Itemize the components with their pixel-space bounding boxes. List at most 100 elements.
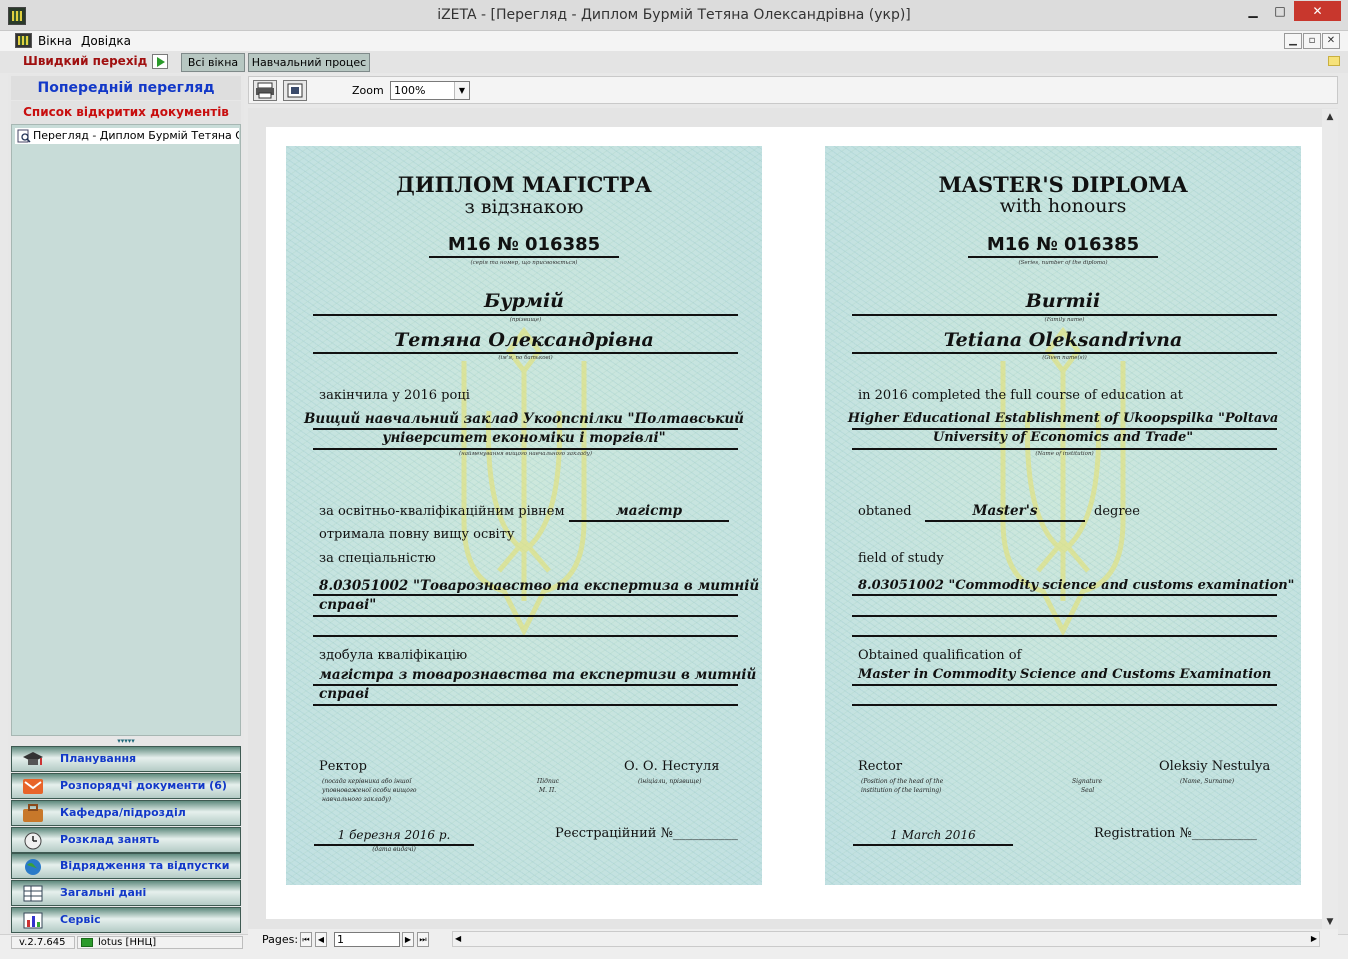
qualification-label: Obtained qualification of	[858, 648, 1022, 663]
qualification-line-2: справі	[319, 686, 370, 702]
scroll-right-icon[interactable]: ▶	[1311, 932, 1317, 946]
pages-label: Pages:	[262, 933, 299, 946]
caption-rector-2: institution of the learning)	[861, 787, 942, 794]
specialty-line-1: 8.03051002 "Товарознавство та експертиза…	[319, 578, 760, 594]
issue-date: 1 March 2016	[890, 828, 976, 842]
quick-jump-go-button[interactable]	[152, 54, 168, 69]
nav-label: Сервіс	[60, 913, 101, 926]
caption-given: (Given name(s))	[1042, 355, 1087, 361]
diploma-number: М16 № 016385	[986, 234, 1140, 255]
caption-institution: (найменування вищого навчального закладу…	[459, 451, 592, 457]
nav-label: Кафедра/підрозділ	[60, 806, 186, 819]
nav-schedule[interactable]: Розклад занять	[11, 827, 241, 853]
level-text: за освітньо-кваліфікаційним рівнем	[319, 504, 565, 519]
chart-icon	[23, 912, 43, 929]
issue-date: 1 березня 2016 р.	[337, 828, 451, 842]
registration-number: Registration №__________	[1094, 826, 1257, 841]
menu-bar	[0, 31, 1348, 51]
nav-service[interactable]: Сервіс	[11, 907, 241, 933]
coat-of-arms-icon	[1000, 326, 1126, 637]
close-button[interactable]: ✕	[1294, 1, 1341, 21]
menu-windows[interactable]: Вікна	[38, 34, 72, 48]
table-icon	[23, 885, 43, 902]
nav-trips-vacations[interactable]: Відрядження та відпустки	[11, 853, 241, 879]
diploma-english: MASTER'S DIPLOMA with honours М16 № 0163…	[825, 146, 1301, 885]
maximize-button[interactable]: □	[1267, 1, 1293, 21]
nav-department[interactable]: Кафедра/підрозділ	[11, 800, 241, 826]
diploma-subtitle: з відзнакою	[464, 196, 584, 218]
scroll-down-icon[interactable]: ▼	[1322, 914, 1338, 930]
completed-text: закінчила у 2016 році	[319, 388, 470, 403]
globe-icon	[25, 859, 41, 875]
caption-surname: (Family name)	[1044, 317, 1085, 323]
document-menu-icon[interactable]	[15, 33, 32, 48]
preview-panel-header: Попередній перегляд	[11, 76, 241, 100]
scroll-up-icon[interactable]: ▲	[1322, 109, 1338, 125]
mdi-restore-button[interactable]: ▫	[1303, 33, 1321, 49]
nav-planning[interactable]: Планування	[11, 746, 241, 772]
clock-icon	[24, 832, 42, 850]
caption-name: (Name, Surname)	[1180, 778, 1235, 785]
caption-rector-1: (посада керівника або іншої	[322, 778, 412, 785]
horizontal-scrollbar[interactable]: ◀ ▶	[452, 931, 1320, 947]
mdi-close-button[interactable]: ✕	[1322, 33, 1340, 49]
list-item[interactable]: Перегляд - Диплом Бурмій Тетяна Ол...	[15, 128, 239, 144]
menu-help[interactable]: Довідка	[81, 34, 131, 48]
scroll-left-icon[interactable]: ◀	[455, 932, 461, 946]
quick-jump-label: Швидкий перехід	[23, 54, 148, 68]
registration-number: Реєстраційний №__________	[555, 826, 738, 841]
nav-label: Планування	[60, 752, 137, 765]
caption-number: (Series, number of the diploma)	[1018, 260, 1108, 266]
caption-rector-3: навчального закладу)	[322, 796, 391, 803]
nav-label: Відрядження та відпустки	[60, 859, 230, 872]
level-value: магістр	[615, 503, 683, 519]
window-title: iZETA - [Перегляд - Диплом Бурмій Тетяна…	[437, 7, 911, 23]
caption-rector-2: уповноваженої особи вищого	[322, 787, 417, 794]
caption-date: (дата видачі)	[372, 846, 416, 853]
completed-text: in 2016 completed the full course of edu…	[858, 388, 1183, 403]
sidebar-splitter[interactable]: ▾▾▾▾▾	[11, 737, 241, 745]
diploma-ukrainian: ДИПЛОМ МАГІСТРА з відзнакою М16 № 016385…	[286, 146, 762, 885]
institution-line-2: університет економіки і торгівлі"	[382, 430, 666, 446]
graduation-icon	[23, 752, 43, 765]
rector-label: Rector	[858, 759, 903, 774]
caption-surname: (прізвище)	[509, 317, 542, 323]
nav-general-data[interactable]: Загальні дані	[11, 880, 241, 906]
minimize-button[interactable]: ▁	[1240, 1, 1266, 21]
institution-line-1: Higher Educational Establishment of Ukoo…	[847, 411, 1279, 426]
level-value: Master's	[972, 503, 1038, 519]
preview-document-icon	[17, 129, 31, 143]
zoom-select[interactable]: 100% ▼	[390, 81, 470, 100]
version-label: v.2.7.645	[11, 936, 75, 949]
first-page-icon[interactable]: ⏮	[300, 932, 312, 947]
nav-orders[interactable]: Розпорядчі документи (6)	[11, 773, 241, 799]
zoom-label: Zoom	[352, 84, 384, 97]
next-page-icon[interactable]: ▶	[402, 932, 414, 947]
page-setup-button[interactable]	[283, 80, 307, 101]
printer-icon	[256, 82, 274, 99]
given-names: Tetiana Oleksandrivna	[943, 329, 1183, 351]
nav-label: Розклад занять	[60, 833, 160, 846]
chevron-down-icon[interactable]: ▼	[454, 82, 469, 99]
caption-signature: Signature	[1072, 778, 1103, 785]
rector-label: Ректор	[319, 759, 367, 774]
tab-all-windows[interactable]: Всі вікна	[181, 53, 245, 72]
page-setup-icon	[287, 83, 303, 98]
diploma-subtitle: with honours	[999, 195, 1127, 217]
previous-page-icon[interactable]: ◀	[315, 932, 327, 947]
print-button[interactable]	[253, 80, 277, 101]
connection-status-icon	[81, 938, 93, 947]
caption-rector-1: (Position of the head of the	[861, 778, 944, 785]
surname: Бурмій	[484, 290, 564, 312]
tab-educational-process[interactable]: Навчальний процес	[248, 53, 370, 72]
caption-institution: (Name of institution)	[1035, 451, 1094, 457]
nav-label: Загальні дані	[60, 886, 147, 899]
page-number-input[interactable]: 1	[334, 932, 400, 947]
title-bar: iZETA - [Перегляд - Диплом Бурмій Тетяна…	[0, 0, 1348, 31]
vertical-scrollbar[interactable]: ▲ ▼	[1322, 109, 1338, 930]
mdi-minimize-button[interactable]: ▁	[1284, 33, 1302, 49]
specialty-line-2: справі"	[319, 597, 377, 613]
diploma-title: ДИПЛОМ МАГІСТРА	[396, 172, 652, 197]
last-page-icon[interactable]: ⏭	[417, 932, 429, 947]
note-icon[interactable]	[1328, 56, 1340, 66]
